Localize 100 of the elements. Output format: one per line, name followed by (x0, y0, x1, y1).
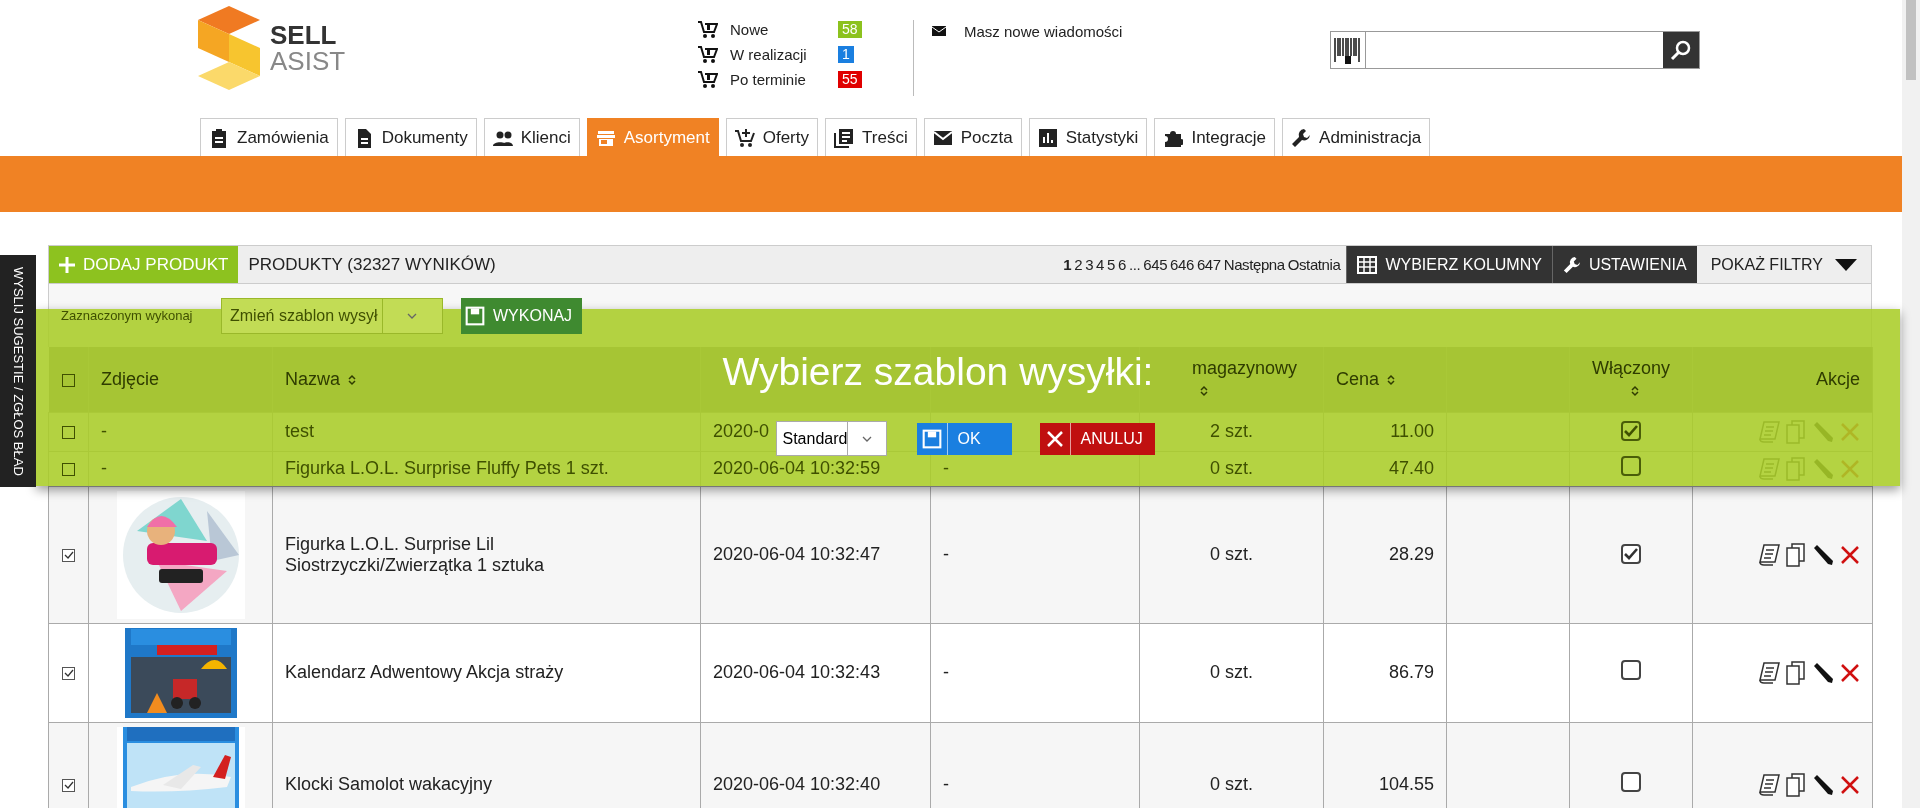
receipt-icon[interactable] (1758, 661, 1780, 684)
sort-icon[interactable] (1631, 384, 1639, 397)
sort-icon[interactable] (1387, 374, 1396, 386)
search-icon (1670, 39, 1692, 61)
table-cell: 28.29 (1388, 544, 1434, 564)
nav-tab[interactable]: Zamówienia (200, 118, 338, 156)
pencil-icon[interactable] (1812, 773, 1834, 796)
search-field[interactable] (1330, 31, 1700, 69)
dialog-title: Wybierz szablon wysyłki: (722, 349, 1154, 395)
sort-icon[interactable] (1200, 384, 1208, 397)
bar-chart-icon (1037, 127, 1058, 148)
choose-columns-button[interactable]: WYBIERZ KOLUMNY (1346, 246, 1552, 283)
table-cell: 2020-06-04 10:32:40 (713, 774, 881, 794)
table-cell: 2020-06-04 10:32:59 (713, 458, 881, 478)
results-title: PRODUKTY (32327 WYNIKÓW) (247, 253, 496, 276)
table-cell: 2 szt. (1210, 421, 1253, 441)
save-icon (921, 428, 942, 449)
copy-icon[interactable] (1786, 660, 1806, 685)
clipboard-icon (209, 127, 229, 148)
column-header: Nazwa (285, 368, 341, 389)
wrench-icon (1562, 255, 1581, 274)
product-name: Figurka L.O.L. Surprise Fluffy Pets 1 szt. (285, 458, 609, 478)
table-cell: 2020-0 (713, 421, 770, 441)
table-cell: - (943, 544, 949, 564)
nav-tab[interactable]: Statystyki (1028, 118, 1148, 156)
page-link[interactable]: 1 (1063, 256, 1072, 273)
cart-plus-icon (734, 127, 755, 148)
column-header: Akcje (1816, 368, 1860, 389)
table-cell: 0 szt. (1210, 458, 1253, 478)
product-name: Kalendarz Adwentowy Akcja straży (285, 662, 564, 682)
template-select[interactable]: Standard (775, 421, 887, 456)
feedback-tab[interactable]: WYSLIJ SUGESTIE / ZGŁOS BŁAD (0, 255, 36, 487)
cart-icon (698, 45, 718, 64)
copy-icon[interactable] (1786, 772, 1806, 797)
nav-tab[interactable]: Dokumenty (344, 118, 477, 156)
table-cell: 2020-06-04 10:32:43 (713, 662, 881, 682)
logo-icon (198, 6, 260, 90)
last-page-link[interactable]: Ostatnia (1287, 256, 1341, 273)
bulk-action-label: Zaznaczonym wykonaj (61, 308, 194, 323)
nav-tab[interactable]: Integracje (1154, 118, 1276, 156)
plus-icon (59, 256, 75, 273)
checkbox[interactable] (62, 778, 75, 792)
count-badge: 1 (838, 46, 854, 63)
order-status-link[interactable]: Nowe (730, 21, 826, 38)
toggle-checkbox[interactable] (1621, 660, 1641, 680)
checkbox[interactable] (62, 548, 75, 562)
column-header: magazynowy (1192, 358, 1298, 379)
column-header: Włączony (1592, 358, 1670, 379)
page-link[interactable]: 4 (1096, 256, 1105, 273)
page-link[interactable]: 6 (1118, 256, 1126, 273)
delete-icon[interactable] (1840, 544, 1860, 565)
table-cell: 11.00 (1390, 421, 1434, 441)
caret-icon (407, 312, 418, 319)
next-page-link[interactable]: Następna (1223, 256, 1285, 273)
count-badge: 55 (838, 71, 862, 88)
page-link[interactable]: 647 (1196, 256, 1221, 273)
page-link[interactable]: 3 (1085, 256, 1094, 273)
delete-icon[interactable] (1840, 662, 1860, 683)
logo-text: SELL (270, 22, 338, 48)
page-link[interactable]: 646 (1170, 256, 1194, 273)
checkbox[interactable] (62, 425, 75, 439)
table-cell: - (101, 458, 107, 478)
ok-button[interactable]: OK (916, 422, 1012, 455)
product-name: Figurka L.O.L. Surprise Lil Siostrzyczki/Zwierzątka 1 sztuka (285, 533, 545, 575)
receipt-icon[interactable] (1758, 773, 1780, 796)
nav-tab[interactable]: Treści (825, 118, 917, 156)
search-button[interactable] (1663, 32, 1699, 68)
barcode-icon[interactable] (1331, 32, 1366, 68)
nav-tab[interactable]: Administracja (1282, 118, 1431, 156)
sort-icon[interactable] (348, 374, 357, 386)
messages-link[interactable]: Masz nowe wiadomości (964, 22, 1123, 40)
copy-icon[interactable] (1786, 542, 1806, 567)
logo-text: ASIST (270, 48, 346, 74)
product-name: Klocki Samolot wakacyjny (285, 774, 493, 794)
scrollbar[interactable] (1902, 0, 1920, 808)
table-cell: 0 szt. (1210, 544, 1253, 564)
checkbox[interactable] (61, 373, 75, 387)
nav-tab[interactable]: Poczta (923, 118, 1022, 156)
page-link[interactable]: 645 (1143, 256, 1168, 273)
execute-button[interactable]: WYKONAJ (461, 297, 583, 334)
checkbox[interactable] (62, 666, 75, 680)
order-status-link[interactable]: Po terminie (730, 71, 826, 88)
page-link[interactable]: 2 (1074, 256, 1083, 273)
grid-icon (1357, 255, 1378, 274)
page-link[interactable]: 5 (1107, 256, 1115, 273)
toggle-checkbox[interactable] (1621, 772, 1641, 792)
order-status-link[interactable]: W realizacji (730, 46, 826, 63)
receipt-icon[interactable] (1758, 543, 1780, 566)
delete-icon[interactable] (1840, 774, 1860, 795)
pencil-icon[interactable] (1812, 661, 1834, 684)
nav-tab[interactable]: Oferty (725, 118, 818, 156)
pencil-icon[interactable] (1812, 543, 1834, 566)
page-link[interactable]: ... (1128, 256, 1141, 273)
cancel-button[interactable]: ANULUJ (1039, 422, 1155, 455)
nav-tab[interactable]: Klienci (483, 118, 580, 156)
settings-button[interactable]: USTAWIENIA (1551, 246, 1697, 283)
checkbox[interactable] (62, 462, 75, 476)
toggle-checkbox[interactable] (1621, 544, 1641, 564)
table-cell: 104.55 (1378, 774, 1434, 794)
bulk-action-select[interactable]: Zmień szablon wysył (221, 297, 443, 334)
